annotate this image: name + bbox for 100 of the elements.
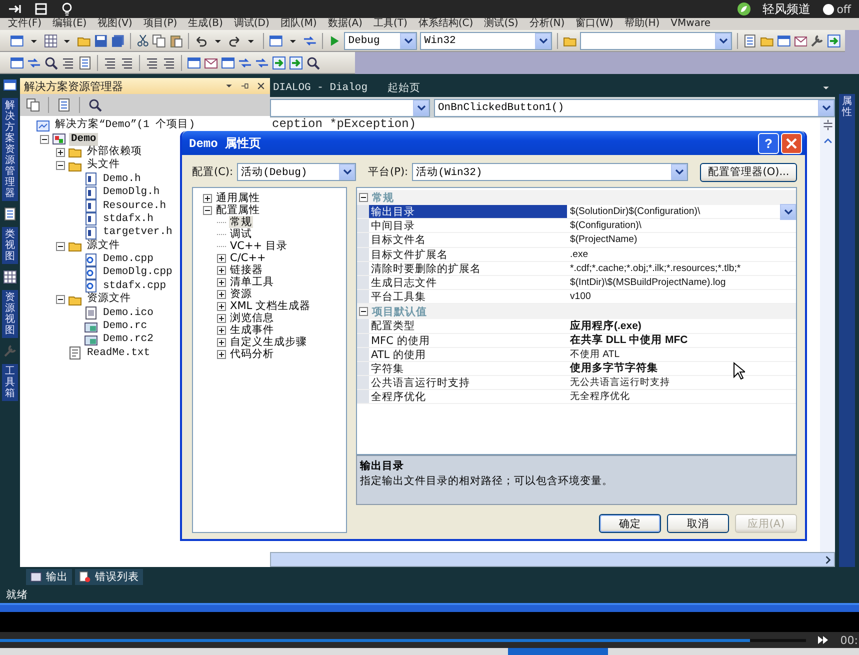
collapse-icon[interactable] xyxy=(56,242,65,251)
expand-icon[interactable] xyxy=(217,326,226,334)
tree-item[interactable]: Demo.ico xyxy=(101,306,156,320)
bulb-icon[interactable] xyxy=(60,2,74,16)
arrows-icon[interactable] xyxy=(238,56,252,70)
scrollbar[interactable] xyxy=(270,552,835,567)
property-name[interactable]: 清除时要删除的扩展名 xyxy=(369,262,567,275)
property-name[interactable]: 目标文件名 xyxy=(369,233,567,247)
tree-item[interactable]: VC++ 目录 xyxy=(229,240,288,252)
collapse-icon[interactable] xyxy=(203,206,212,214)
expand-icon[interactable] xyxy=(217,350,226,358)
tree-item[interactable]: ReadMe.txt xyxy=(85,346,152,360)
tree-item[interactable]: Demo xyxy=(69,132,98,146)
tree-item[interactable]: 外部依赖项 xyxy=(85,146,144,159)
copy-icon[interactable] xyxy=(152,34,166,48)
side-tab[interactable]: 工具箱 xyxy=(2,364,18,401)
configuration-manager-button[interactable]: 配置管理器(O)... xyxy=(700,162,797,182)
redo-icon[interactable] xyxy=(228,34,242,48)
menu-item[interactable]: 帮助(H) xyxy=(624,18,660,30)
tree-item[interactable]: 资源 xyxy=(229,288,253,300)
menu-item[interactable]: VMware xyxy=(670,18,710,30)
dropdown-button[interactable] xyxy=(780,204,796,220)
tree-item[interactable]: stdafx.cpp xyxy=(101,280,168,293)
wrench-icon[interactable] xyxy=(810,34,824,48)
paste-icon[interactable] xyxy=(169,34,183,48)
tree-item[interactable]: targetver.h xyxy=(101,226,174,240)
menu-item[interactable]: 团队(M) xyxy=(280,18,317,30)
tree-item[interactable]: stdafx.h xyxy=(101,212,156,226)
tree-item[interactable]: 源文件 xyxy=(85,240,122,253)
lines-icon[interactable] xyxy=(162,56,176,70)
copy-icon[interactable] xyxy=(26,98,40,112)
save-all-icon[interactable] xyxy=(110,34,125,48)
expand-icon[interactable] xyxy=(217,314,226,322)
panel-tab[interactable]: 错误列表 xyxy=(75,569,143,585)
window-icon[interactable] xyxy=(3,78,17,92)
help-button[interactable]: ? xyxy=(758,132,779,154)
property-name[interactable]: MFC 的使用 xyxy=(369,334,567,347)
expand-icon[interactable] xyxy=(217,278,226,286)
menu-item[interactable]: 体系结构(C) xyxy=(418,18,474,30)
tree-item[interactable]: Demo.rc xyxy=(101,320,150,334)
expand-icon[interactable] xyxy=(56,148,65,157)
menu-item[interactable]: 生成(B) xyxy=(188,18,223,30)
side-tab[interactable]: 属性 xyxy=(839,94,855,567)
arrow-box-icon[interactable] xyxy=(827,34,841,48)
arrows-icon[interactable] xyxy=(255,56,269,70)
save-icon[interactable] xyxy=(94,34,108,48)
mail-icon[interactable] xyxy=(794,34,808,48)
class-dropdown[interactable] xyxy=(270,99,430,117)
arrows-icon[interactable] xyxy=(27,56,41,70)
platform-dropdown[interactable]: 活动(Win32) xyxy=(412,163,688,181)
property-name[interactable]: 目标文件扩展名 xyxy=(369,248,567,261)
tree-item[interactable]: Resource.h xyxy=(101,200,168,213)
platform-dropdown[interactable]: Win32 xyxy=(420,32,552,50)
expand-icon[interactable] xyxy=(217,266,226,274)
property-name[interactable]: 配置类型 xyxy=(369,319,567,332)
collapse-icon[interactable] xyxy=(40,134,49,144)
tree-item[interactable]: 链接器 xyxy=(229,264,264,276)
find-dropdown[interactable] xyxy=(580,32,732,50)
tree-item[interactable]: 通用属性 xyxy=(215,192,261,204)
properties-icon[interactable] xyxy=(743,34,757,48)
configuration-dropdown[interactable]: Debug xyxy=(344,32,418,50)
properties-icon[interactable] xyxy=(78,56,92,70)
configuration-dropdown[interactable]: 活动(Debug) xyxy=(237,163,356,181)
panel-tab[interactable]: 输出 xyxy=(26,569,72,585)
arrows-icon[interactable] xyxy=(302,34,316,48)
lines-icon[interactable] xyxy=(103,56,117,70)
menu-item[interactable]: 调试(D) xyxy=(234,18,270,30)
tree-item[interactable]: XML 文档生成器 xyxy=(229,300,312,312)
undo-icon[interactable] xyxy=(194,34,208,48)
menu-item[interactable]: 测试(S) xyxy=(484,18,518,30)
pin-icon[interactable] xyxy=(8,2,22,16)
tree-item[interactable]: 解决方案“Demo”(1 个项目) xyxy=(53,119,198,132)
property-name[interactable]: ATL 的使用 xyxy=(369,348,567,361)
close-button[interactable] xyxy=(781,132,802,154)
collapse-icon[interactable] xyxy=(56,295,65,304)
magnifier-icon[interactable] xyxy=(44,56,58,70)
tree-item[interactable]: 资源文件 xyxy=(85,293,133,306)
dialog-button[interactable]: 确定 xyxy=(599,514,661,533)
arrow-box-icon[interactable] xyxy=(272,56,286,70)
side-tab[interactable]: 解决方案资源管理器 xyxy=(2,98,18,201)
property-name[interactable]: 中间目录 xyxy=(369,219,567,232)
tree-item[interactable]: DemoDlg.h xyxy=(101,186,162,200)
tree-item[interactable]: 浏览信息 xyxy=(229,312,275,324)
tree-item[interactable]: DemoDlg.cpp xyxy=(101,266,174,280)
side-tab[interactable]: 类视图 xyxy=(2,227,18,264)
tree-item[interactable]: 代码分析 xyxy=(229,348,275,360)
tree-item[interactable]: Demo.h xyxy=(101,172,143,186)
tree-item[interactable]: Demo.cpp xyxy=(101,253,156,266)
collapse-icon[interactable] xyxy=(56,161,65,170)
lines-icon[interactable] xyxy=(120,56,134,70)
menu-item[interactable]: 项目(P) xyxy=(143,18,178,30)
tree-item[interactable]: 头文件 xyxy=(85,159,122,172)
property-name[interactable]: 生成日志文件 xyxy=(369,276,567,290)
magnifier-icon[interactable] xyxy=(306,56,320,70)
grid-icon[interactable] xyxy=(3,270,17,284)
magnifier-icon[interactable] xyxy=(88,98,102,112)
document-tab[interactable]: 起始页 xyxy=(388,80,421,94)
expand-icon[interactable] xyxy=(217,254,226,262)
mail-icon[interactable] xyxy=(204,56,218,70)
tree-item[interactable]: 生成事件 xyxy=(229,324,275,336)
